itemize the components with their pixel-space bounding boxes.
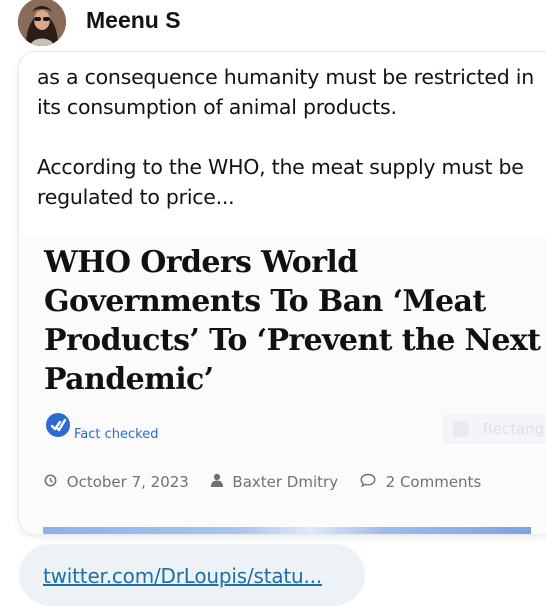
- comment-icon: [360, 473, 376, 491]
- tweet-card: as a consequence humanity must be restri…: [19, 52, 546, 534]
- article-author[interactable]: Baxter Dmitry: [232, 473, 338, 491]
- placeholder-label: Rectang: [483, 420, 545, 438]
- post-paragraph: as a consequence humanity must be restri…: [37, 65, 534, 119]
- article-meta: October 7, 2023 Baxter Dmitry 2 Comments: [44, 472, 481, 491]
- avatar[interactable]: [18, 0, 66, 46]
- article-date: October 7, 2023: [66, 472, 189, 491]
- article-title[interactable]: WHO Orders World Governments To Ban ‘Mea…: [44, 243, 544, 399]
- placeholder-icon: [453, 421, 469, 437]
- tweet-link[interactable]: twitter.com/DrLoupis/statu...: [43, 564, 322, 588]
- article-embed[interactable]: WHO Orders World Governments To Ban ‘Mea…: [19, 235, 546, 534]
- author-name[interactable]: Meenu S: [86, 7, 181, 34]
- fact-check-badge-icon: [46, 413, 70, 437]
- fact-checked-label: Fact checked: [74, 427, 159, 442]
- article-image: [43, 527, 531, 534]
- post-text: as a consequence humanity must be restri…: [37, 62, 546, 212]
- avatar-photo-icon: [18, 0, 66, 46]
- tweet-header: Meenu S: [0, 0, 546, 46]
- ad-placeholder: Rectang: [443, 414, 546, 444]
- article-comments[interactable]: 2 Comments: [386, 473, 482, 491]
- link-card[interactable]: twitter.com/DrLoupis/statu...: [19, 544, 365, 606]
- post-paragraph: According to the WHO, the meat supply mu…: [37, 155, 524, 209]
- user-icon: [210, 473, 223, 491]
- clock-icon: [44, 473, 57, 491]
